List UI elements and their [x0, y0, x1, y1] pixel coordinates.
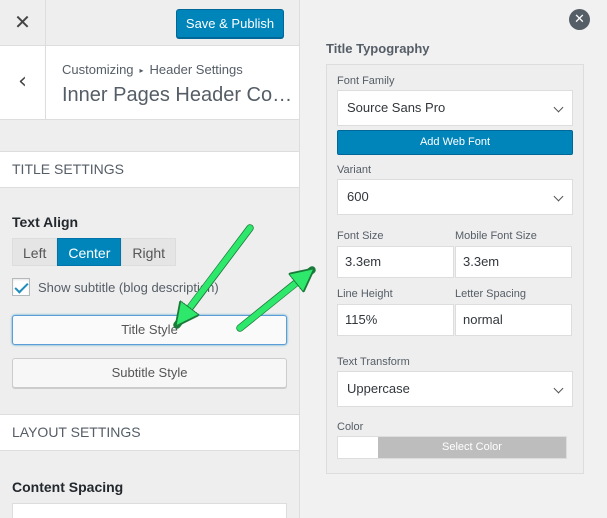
select-color-button[interactable]: Select Color — [378, 437, 566, 458]
color-label: Color — [337, 421, 364, 433]
add-web-font-button[interactable]: Add Web Font — [337, 130, 573, 155]
font-family-value: Source Sans Pro — [347, 100, 446, 115]
close-circle-icon[interactable]: ✕ — [569, 9, 590, 30]
show-subtitle-label[interactable]: Show subtitle (blog description) — [38, 280, 219, 295]
text-transform-select[interactable]: Uppercase — [337, 371, 573, 407]
breadcrumb-parent: Header Settings — [149, 62, 243, 77]
title-settings-heading: TITLE SETTINGS — [0, 151, 299, 188]
align-right-button[interactable]: Right — [121, 238, 177, 266]
dropdown-chevron-icon — [552, 180, 566, 214]
font-size-label: Font Size — [337, 230, 384, 242]
text-align-buttonset: Left Center Right — [12, 238, 177, 266]
letter-spacing-input[interactable]: normal — [455, 304, 572, 336]
align-left-button[interactable]: Left — [12, 238, 58, 266]
customizer-header: ✕ Save & Publish — [0, 0, 299, 46]
breadcrumb-separator-icon: ▸ — [139, 66, 144, 75]
color-picker: Select Color — [337, 436, 567, 459]
align-center-button[interactable]: Center — [57, 238, 122, 266]
color-swatch[interactable] — [338, 437, 378, 458]
variant-select[interactable]: 600 — [337, 179, 573, 215]
content-spacing-field[interactable] — [12, 503, 287, 518]
line-height-input[interactable]: 115% — [337, 304, 454, 336]
close-icon[interactable]: ✕ — [0, 0, 46, 45]
variant-label: Variant — [337, 164, 372, 176]
font-size-input[interactable]: 3.3em — [337, 246, 454, 278]
section-title: Inner Pages Header Content — [62, 84, 294, 106]
variant-value: 600 — [347, 189, 369, 204]
font-family-select[interactable]: Source Sans Pro — [337, 90, 573, 126]
show-subtitle-control: Show subtitle (blog description) — [12, 278, 219, 296]
breadcrumb: Customizing ▸ Header Settings — [62, 62, 243, 77]
line-height-label: Line Height — [337, 288, 393, 300]
dropdown-chevron-icon — [552, 91, 566, 125]
text-transform-label: Text Transform — [337, 356, 410, 368]
title-style-button[interactable]: Title Style — [12, 315, 287, 345]
text-align-label: Text Align — [12, 214, 79, 230]
letter-spacing-label: Letter Spacing — [455, 288, 526, 300]
show-subtitle-checkbox[interactable] — [12, 278, 30, 296]
font-family-label: Font Family — [337, 75, 395, 87]
layout-settings-heading: LAYOUT SETTINGS — [0, 414, 299, 451]
mobile-font-size-input[interactable]: 3.3em — [455, 246, 572, 278]
text-transform-value: Uppercase — [347, 381, 410, 396]
typography-heading: Title Typography — [326, 41, 430, 56]
back-chevron-icon[interactable]: ‹ — [0, 46, 46, 120]
subtitle-style-button[interactable]: Subtitle Style — [12, 358, 287, 388]
mobile-font-size-label: Mobile Font Size — [455, 230, 537, 242]
customizer-sidebar: ✕ Save & Publish ‹ Customizing ▸ Header Se… — [0, 0, 300, 518]
dropdown-chevron-icon — [552, 372, 566, 406]
content-spacing-label: Content Spacing — [12, 479, 124, 495]
save-publish-button[interactable]: Save & Publish — [176, 9, 284, 38]
typography-panel: Font Family Source Sans Pro Add Web Font… — [326, 64, 584, 474]
section-breadcrumb: ‹ Customizing ▸ Header Settings Inner Page… — [0, 46, 299, 120]
breadcrumb-root: Customizing — [62, 62, 134, 77]
